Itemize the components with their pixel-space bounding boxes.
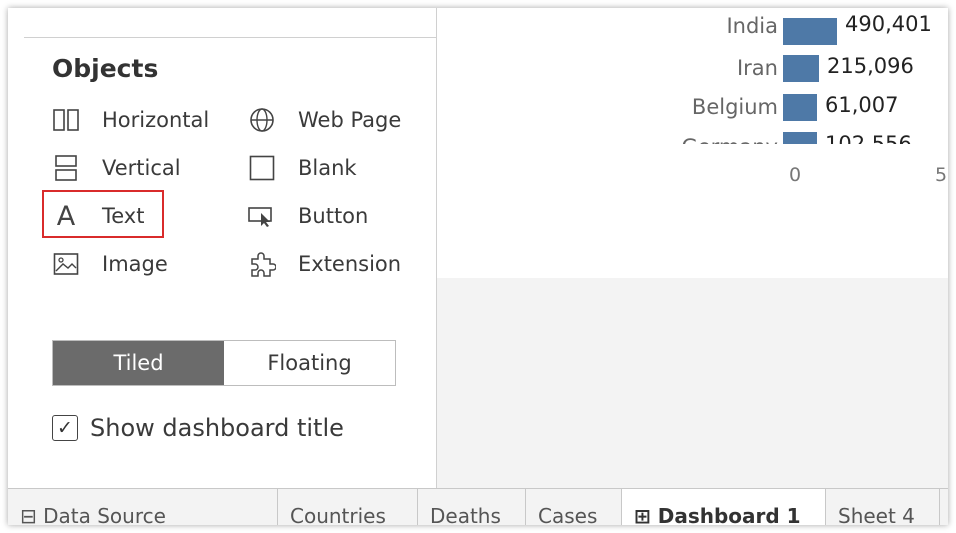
empty-dashboard-area <box>437 278 948 488</box>
object-label: Button <box>298 204 369 228</box>
tab-cases[interactable]: Cases <box>526 489 622 525</box>
tab-dashboard-1[interactable]: ⊞ Dashboard 1 <box>622 489 826 525</box>
show-title-checkbox[interactable]: ✓ <box>52 415 78 441</box>
object-vertical[interactable]: Vertical <box>52 148 181 188</box>
bar-category-label: India <box>726 14 778 38</box>
bar-category-label: Belgium <box>691 95 778 119</box>
tableau-window: Objects Horizontal Web Page Vertical Bla… <box>8 8 948 525</box>
bar-iran <box>783 55 819 82</box>
tab-label: Data Source <box>43 504 166 525</box>
blank-icon <box>248 154 276 182</box>
object-label: Web Page <box>298 108 402 132</box>
dashboard-icon: ⊞ <box>634 504 651 525</box>
object-label: Vertical <box>102 156 181 180</box>
object-web-page[interactable]: Web Page <box>248 100 401 140</box>
tiled-button[interactable]: Tiled <box>53 341 224 385</box>
x-axis-tick: 50 <box>935 164 948 186</box>
bar-chart: India 490,401 Iran 215,096 Belgium 61,00… <box>437 8 948 278</box>
dashboard-canvas: India 490,401 Iran 215,096 Belgium 61,00… <box>437 8 948 488</box>
show-dashboard-title-row[interactable]: ✓ Show dashboard title <box>52 414 344 442</box>
tab-label: Cases <box>538 504 598 525</box>
object-label: Blank <box>298 156 357 180</box>
object-horizontal[interactable]: Horizontal <box>52 100 209 140</box>
bar-value-label: 490,401 <box>845 12 932 36</box>
tab-data-source[interactable]: ⊟ Data Source <box>8 489 278 525</box>
object-label: Extension <box>298 252 402 276</box>
checkmark-icon: ✓ <box>57 416 73 439</box>
globe-icon <box>248 106 276 134</box>
tab-label: Deaths <box>430 504 501 525</box>
object-extension[interactable]: Extension <box>248 244 401 284</box>
puzzle-icon <box>248 250 276 278</box>
layout-mode-toggle: Tiled Floating <box>52 340 396 386</box>
object-label: Image <box>102 252 168 276</box>
object-image[interactable]: Image <box>52 244 168 284</box>
show-title-label: Show dashboard title <box>90 414 344 442</box>
floating-button[interactable]: Floating <box>224 341 395 385</box>
chart-clip-mask <box>437 144 948 162</box>
dashboard-sidebar: Objects Horizontal Web Page Vertical Bla… <box>8 8 437 488</box>
tab-label: Sheet 4 <box>838 504 915 525</box>
image-icon <box>52 250 80 278</box>
tab-label: Countries <box>290 504 386 525</box>
object-button[interactable]: Button <box>248 196 368 236</box>
bar-value-label: 61,007 <box>825 93 899 117</box>
database-icon: ⊟ <box>20 504 37 525</box>
vertical-layout-icon <box>52 154 80 182</box>
sheet-tab-bar: ⊟ Data Source Countries Deaths Cases ⊞ D… <box>8 488 948 525</box>
button-cursor-icon <box>248 202 276 230</box>
tab-countries[interactable]: Countries <box>278 489 418 525</box>
object-label: Horizontal <box>102 108 210 132</box>
objects-title: Objects <box>52 54 159 83</box>
tab-label: Dashboard 1 <box>657 504 801 525</box>
object-blank[interactable]: Blank <box>248 148 357 188</box>
text-highlight-box <box>42 190 164 238</box>
tab-deaths[interactable]: Deaths <box>418 489 526 525</box>
panel-divider <box>24 37 436 38</box>
tab-sheet-4[interactable]: Sheet 4 <box>826 489 940 525</box>
bar-category-label: Iran <box>736 56 778 80</box>
horizontal-layout-icon <box>52 106 80 134</box>
x-axis-tick: 0 <box>789 164 802 186</box>
bar-india <box>783 18 837 45</box>
bar-belgium <box>783 94 817 121</box>
bar-value-label: 215,096 <box>827 54 914 78</box>
